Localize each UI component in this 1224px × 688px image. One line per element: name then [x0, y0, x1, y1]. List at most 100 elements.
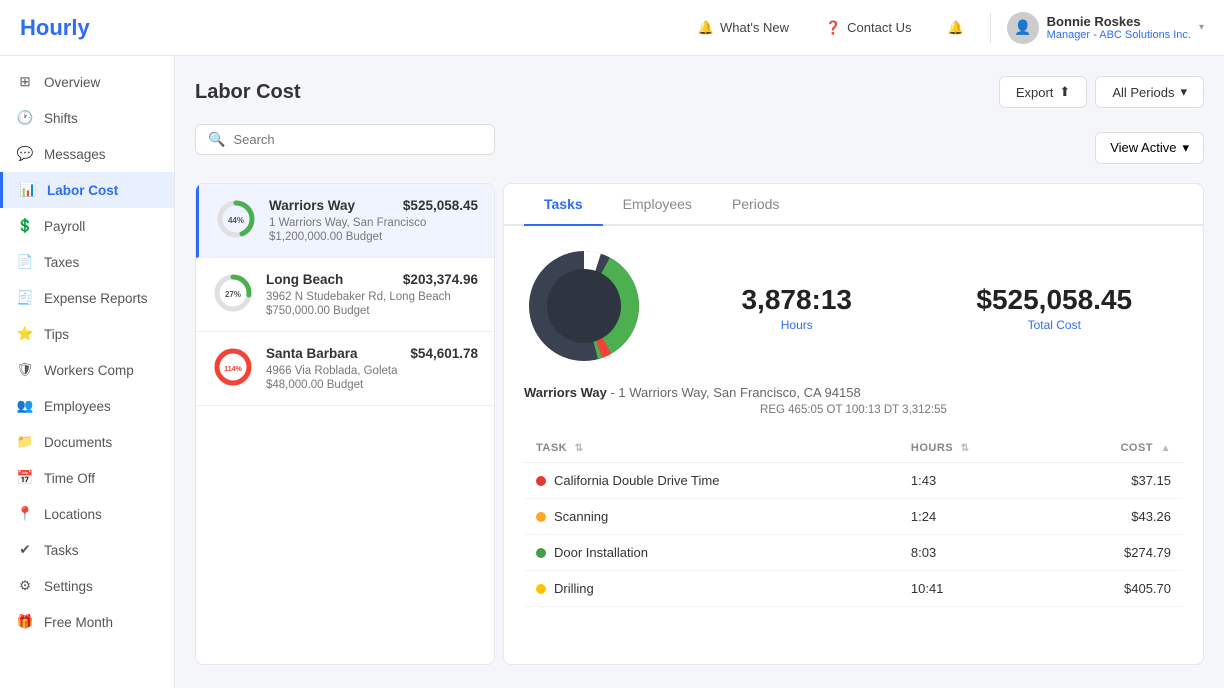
sidebar-item-overview[interactable]: ⊞ Overview: [0, 64, 174, 100]
sidebar-item-payroll[interactable]: 💲 Payroll: [0, 208, 174, 244]
sidebar-item-tips[interactable]: ⭐ Tips: [0, 316, 174, 352]
search-input[interactable]: [233, 132, 482, 147]
sidebar-item-messages[interactable]: 💬 Messages: [0, 136, 174, 172]
bar-chart-icon: 📊: [19, 181, 37, 199]
header-actions: 🔔 What's New ❓ Contact Us 🔔 👤 Bonnie Ros…: [688, 12, 1204, 44]
chat-icon: 💬: [16, 145, 34, 163]
user-icon: 👤: [1014, 19, 1031, 36]
tab-periods[interactable]: Periods: [712, 184, 799, 226]
user-details: Bonnie Roskes Manager - ABC Solutions In…: [1047, 14, 1191, 41]
view-active-button[interactable]: View Active ▾: [1095, 132, 1204, 164]
donut-chart-large: [524, 246, 644, 366]
sidebar-item-employees[interactable]: 👥 Employees: [0, 388, 174, 424]
location-list: 44% Warriors Way $525,058.45 1 Warriors …: [195, 183, 495, 665]
tasks-table: TASK ⇅ HOURS ⇅ COST: [524, 434, 1183, 607]
chevron-down-icon: ▾: [1180, 84, 1187, 100]
user-name: Bonnie Roskes: [1047, 14, 1191, 29]
col-hours[interactable]: HOURS ⇅: [899, 434, 1048, 463]
col-cost[interactable]: COST ▲: [1048, 434, 1183, 463]
donut-chart-small-2: 27%: [212, 272, 254, 314]
sidebar-item-expense-reports[interactable]: 🧾 Expense Reports: [0, 280, 174, 316]
table-row[interactable]: Scanning 1:24 $43.26: [524, 499, 1183, 535]
sidebar-item-locations[interactable]: 📍 Locations: [0, 496, 174, 532]
tax-icon: 📄: [16, 253, 34, 271]
contact-us-button[interactable]: ❓ Contact Us: [815, 14, 922, 42]
cursor-area: ↖: [196, 406, 494, 526]
bell-icon: 🔔: [698, 20, 714, 36]
detail-location-address: - 1 Warriors Way, San Francisco, CA 9415…: [610, 385, 860, 400]
clock-icon: 🕐: [16, 109, 34, 127]
dollar-icon: 💲: [16, 217, 34, 235]
detail-location-name: Warriors Way: [524, 385, 607, 400]
search-icon: 🔍: [208, 131, 225, 148]
header: Hourly 🔔 What's New ❓ Contact Us 🔔 👤 Bon…: [0, 0, 1224, 56]
sidebar-item-labor-cost[interactable]: 📊 Labor Cost: [0, 172, 174, 208]
notifications-button[interactable]: 🔔: [937, 14, 973, 42]
export-button[interactable]: Export ⬆: [999, 76, 1087, 108]
svg-text:44%: 44%: [228, 216, 244, 225]
svg-text:114%: 114%: [224, 366, 242, 373]
detail-content: 3,878:13 Hours $525,058.45 Total Cost: [504, 226, 1203, 627]
header-divider: [990, 13, 991, 43]
table-row[interactable]: Door Installation 8:03 $274.79: [524, 535, 1183, 571]
question-icon: ❓: [825, 20, 841, 36]
people-icon: 👥: [16, 397, 34, 415]
sort-task-icon: ⇅: [575, 443, 584, 454]
sort-cost-icon: ▲: [1161, 443, 1171, 454]
list-item[interactable]: 44% Warriors Way $525,058.45 1 Warriors …: [196, 184, 494, 258]
check-icon: ✔: [16, 541, 34, 559]
donut-chart-small-1: 44%: [215, 198, 257, 240]
detail-panel: Tasks Employees Periods: [503, 183, 1204, 665]
stat-hours: 3,878:13 Hours: [668, 284, 926, 332]
tasks-table-wrap: TASK ⇅ HOURS ⇅ COST: [524, 426, 1183, 607]
col-task[interactable]: TASK ⇅: [524, 434, 899, 463]
user-chevron-icon: ▾: [1199, 22, 1204, 33]
app-root: Hourly 🔔 What's New ❓ Contact Us 🔔 👤 Bon…: [0, 0, 1224, 688]
tab-employees[interactable]: Employees: [603, 184, 712, 226]
page-header: Labor Cost Export ⬆ All Periods ▾: [195, 76, 1204, 108]
calendar-icon: 📅: [16, 469, 34, 487]
svg-text:27%: 27%: [225, 290, 241, 299]
reg-detail: REG 465:05 OT 100:13 DT 3,312:55: [524, 404, 1183, 416]
gift-icon: 🎁: [16, 613, 34, 631]
list-item[interactable]: 27% Long Beach $203,374.96 3962 N Studeb…: [196, 258, 494, 332]
stat-total-cost: $525,058.45 Total Cost: [926, 284, 1184, 332]
sidebar-nav: ⊞ Overview 🕐 Shifts 💬 Messages 📊 Labor C…: [0, 56, 174, 648]
shield-icon: 🛡: [16, 361, 34, 379]
pin-icon: 📍: [16, 505, 34, 523]
table-row[interactable]: Drilling 10:41 $405.70: [524, 571, 1183, 607]
star-icon: ⭐: [16, 325, 34, 343]
main: ⊞ Overview 🕐 Shifts 💬 Messages 📊 Labor C…: [0, 56, 1224, 688]
page-header-buttons: Export ⬆ All Periods ▾: [999, 76, 1204, 108]
sidebar-item-taxes[interactable]: 📄 Taxes: [0, 244, 174, 280]
search-bar[interactable]: 🔍: [195, 124, 495, 155]
whats-new-button[interactable]: 🔔 What's New: [688, 14, 799, 42]
sidebar-item-workers-comp[interactable]: 🛡 Workers Comp: [0, 352, 174, 388]
table-row[interactable]: California Double Drive Time 1:43 $37.15: [524, 463, 1183, 499]
user-info: 👤 Bonnie Roskes Manager - ABC Solutions …: [1007, 12, 1204, 44]
view-active-chevron-icon: ▾: [1182, 140, 1189, 156]
sidebar-item-tasks[interactable]: ✔ Tasks: [0, 532, 174, 568]
user-role: Manager - ABC Solutions Inc.: [1047, 29, 1191, 41]
sidebar-item-settings[interactable]: ⚙ Settings: [0, 568, 174, 604]
page-title: Labor Cost: [195, 81, 999, 104]
grid-icon: ⊞: [16, 73, 34, 91]
sidebar-item-time-off[interactable]: 📅 Time Off: [0, 460, 174, 496]
notification-bell-icon: 🔔: [947, 20, 963, 36]
two-col-layout: 44% Warriors Way $525,058.45 1 Warriors …: [195, 183, 1204, 665]
donut-chart-small-3: 114%: [212, 346, 254, 388]
sidebar-item-documents[interactable]: 📁 Documents: [0, 424, 174, 460]
list-item[interactable]: 114% Santa Barbara $54,601.78 4966 Via R…: [196, 332, 494, 406]
content-area: Labor Cost Export ⬆ All Periods ▾ 🔍: [175, 56, 1224, 688]
app-logo: Hourly: [20, 15, 90, 41]
sidebar: ⊞ Overview 🕐 Shifts 💬 Messages 📊 Labor C…: [0, 56, 175, 688]
sidebar-item-free-month[interactable]: 🎁 Free Month: [0, 604, 174, 640]
sidebar-item-shifts[interactable]: 🕐 Shifts: [0, 100, 174, 136]
gear-icon: ⚙: [16, 577, 34, 595]
avatar: 👤: [1007, 12, 1039, 44]
receipt-icon: 🧾: [16, 289, 34, 307]
sort-hours-icon: ⇅: [961, 443, 970, 454]
all-periods-button[interactable]: All Periods ▾: [1095, 76, 1204, 108]
upload-icon: ⬆: [1059, 84, 1070, 100]
tab-tasks[interactable]: Tasks: [524, 184, 603, 226]
